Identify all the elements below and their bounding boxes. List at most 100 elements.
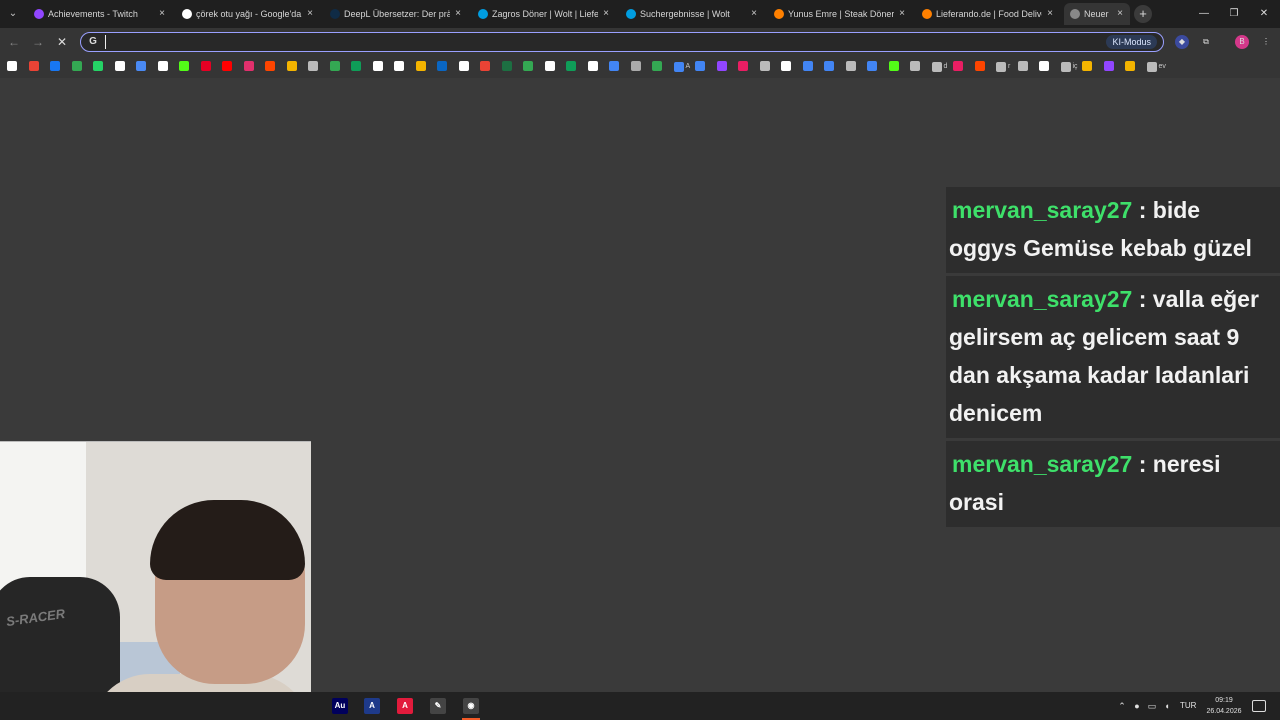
clock[interactable]: 09:19 26.04.2026 — [1204, 695, 1244, 717]
bookmark-item[interactable] — [910, 61, 920, 73]
bookmark-item[interactable] — [630, 61, 641, 73]
bookmark-item[interactable] — [265, 61, 275, 73]
tab[interactable]: Achievements - Twitch × — [28, 3, 172, 25]
volume-icon[interactable]: ◖ — [1161, 700, 1173, 712]
bookmark-item[interactable] — [28, 61, 39, 73]
browser-toolbar: ← → ✕ G KI-Modus ◆ ⧉ B ⋮ — [0, 28, 1280, 56]
bookmark-item[interactable] — [566, 61, 576, 73]
tab-close-icon[interactable]: × — [600, 3, 612, 25]
affinity-icon[interactable]: A — [364, 698, 380, 714]
bookmark-item[interactable] — [394, 61, 404, 73]
bookmark-item[interactable] — [738, 61, 748, 73]
bookmark-item[interactable] — [888, 61, 899, 73]
address-bar[interactable]: G KI-Modus — [80, 32, 1164, 52]
forward-button[interactable]: → — [30, 34, 46, 50]
bookmark-item[interactable] — [824, 61, 834, 73]
tab[interactable]: Lieferando.de | Food Deliver × — [916, 3, 1060, 25]
bookmark-item[interactable] — [286, 61, 297, 73]
language-indicator[interactable]: TUR — [1180, 700, 1196, 712]
bookmark-item[interactable] — [179, 61, 189, 73]
address-input[interactable] — [105, 35, 1095, 49]
bookmark-item[interactable] — [974, 61, 985, 73]
tab[interactable]: çörek otu yağı - Google'da Ara× — [176, 3, 320, 25]
bookmark-item[interactable] — [71, 61, 82, 73]
tab-search-button[interactable]: ⌄ — [4, 5, 22, 23]
tab-close-icon[interactable]: × — [1114, 3, 1126, 25]
bookmark-item[interactable]: iç — [1060, 61, 1078, 73]
tab[interactable]: DeepL Übersetzer: Der präzi × — [324, 3, 468, 25]
back-button[interactable]: ← — [6, 34, 22, 50]
tab-close-icon[interactable]: × — [748, 3, 760, 25]
bookmark-item[interactable] — [802, 61, 813, 73]
acrobat-icon[interactable]: A — [397, 698, 413, 714]
bookmark-item[interactable] — [329, 61, 340, 73]
bookmark-item[interactable] — [437, 61, 447, 73]
bookmark-item[interactable] — [1017, 61, 1028, 73]
bookmark-item[interactable] — [1125, 61, 1135, 73]
bookmark-item[interactable] — [308, 61, 318, 73]
bookmark-item[interactable] — [372, 61, 383, 73]
bookmark-item[interactable] — [351, 61, 361, 73]
tab-close-icon[interactable]: × — [156, 3, 168, 25]
extensions-icon[interactable]: ⧉ — [1199, 35, 1213, 49]
obs-icon[interactable]: ◉ — [463, 698, 479, 714]
tab-close-icon[interactable]: × — [896, 3, 908, 25]
bookmark-item[interactable] — [1082, 61, 1092, 73]
bookmark-item[interactable] — [136, 61, 146, 73]
network-icon[interactable]: ▭ — [1146, 700, 1158, 712]
bookmark-item[interactable] — [609, 61, 619, 73]
notification-icon[interactable] — [1252, 700, 1266, 712]
bookmark-item[interactable] — [1039, 61, 1049, 73]
pencil-app-icon[interactable]: ✎ — [430, 698, 446, 714]
bookmark-item[interactable] — [7, 61, 17, 73]
bookmark-item[interactable]: d — [931, 61, 947, 73]
bookmark-item[interactable] — [114, 61, 125, 73]
bookmark-item[interactable]: r — [996, 61, 1010, 73]
wikipedia-icon — [394, 61, 404, 72]
tab-close-icon[interactable]: × — [304, 3, 316, 25]
new-tab-button[interactable]: + — [1134, 5, 1152, 23]
bookmark-item[interactable] — [759, 61, 770, 73]
bookmark-item[interactable] — [953, 61, 963, 73]
tab[interactable]: Yunus Emre | Steak Döner M × — [768, 3, 912, 25]
tab-close-icon[interactable]: × — [1044, 3, 1056, 25]
bookmark-item[interactable] — [716, 61, 727, 73]
bookmark-item[interactable] — [157, 61, 168, 73]
bookmark-item[interactable] — [867, 61, 877, 73]
window-close-button[interactable]: ✕ — [1256, 6, 1272, 22]
bookmark-item[interactable] — [652, 61, 662, 73]
bookmark-item[interactable] — [458, 61, 469, 73]
tab[interactable]: Zagros Döner | Wolt | Lieferu × — [472, 3, 616, 25]
bookmark-item[interactable]: ev — [1146, 61, 1166, 73]
bookmark-item[interactable] — [845, 61, 856, 73]
app-icon — [1103, 61, 1114, 72]
gemini-icon[interactable]: ◆ — [1175, 35, 1189, 49]
minimize-button[interactable]: — — [1196, 6, 1212, 22]
microphone-icon[interactable]: ● — [1131, 700, 1143, 712]
bookmark-item[interactable] — [523, 61, 533, 73]
bookmark-item[interactable] — [93, 61, 103, 73]
bookmark-item[interactable] — [544, 61, 555, 73]
bookmark-item[interactable]: A — [673, 61, 690, 73]
restore-button[interactable]: ❐ — [1226, 6, 1242, 22]
bookmark-item[interactable] — [415, 61, 426, 73]
bookmark-item[interactable] — [1103, 61, 1114, 73]
tab-close-icon[interactable]: × — [452, 3, 464, 25]
bookmark-item[interactable] — [50, 61, 60, 73]
audition-icon[interactable]: Au — [332, 698, 348, 714]
menu-icon[interactable]: ⋮ — [1259, 35, 1273, 49]
ki-mode-button[interactable]: KI-Modus — [1106, 35, 1157, 49]
bookmark-item[interactable] — [480, 61, 490, 73]
bookmark-item[interactable] — [243, 61, 254, 73]
stop-loading-button[interactable]: ✕ — [54, 34, 70, 50]
bookmark-item[interactable] — [587, 61, 598, 73]
tab[interactable]: Suchergebnisse | Wolt × — [620, 3, 764, 25]
bookmark-item[interactable] — [501, 61, 512, 73]
bookmark-item[interactable] — [200, 61, 211, 73]
tab[interactable]: Neuer × — [1064, 3, 1130, 25]
bookmark-item[interactable] — [222, 61, 232, 73]
tray-overflow-icon[interactable]: ⌃ — [1116, 700, 1128, 712]
bookmark-item[interactable] — [695, 61, 705, 73]
profile-avatar[interactable]: B — [1235, 35, 1249, 49]
bookmark-item[interactable] — [781, 61, 791, 73]
